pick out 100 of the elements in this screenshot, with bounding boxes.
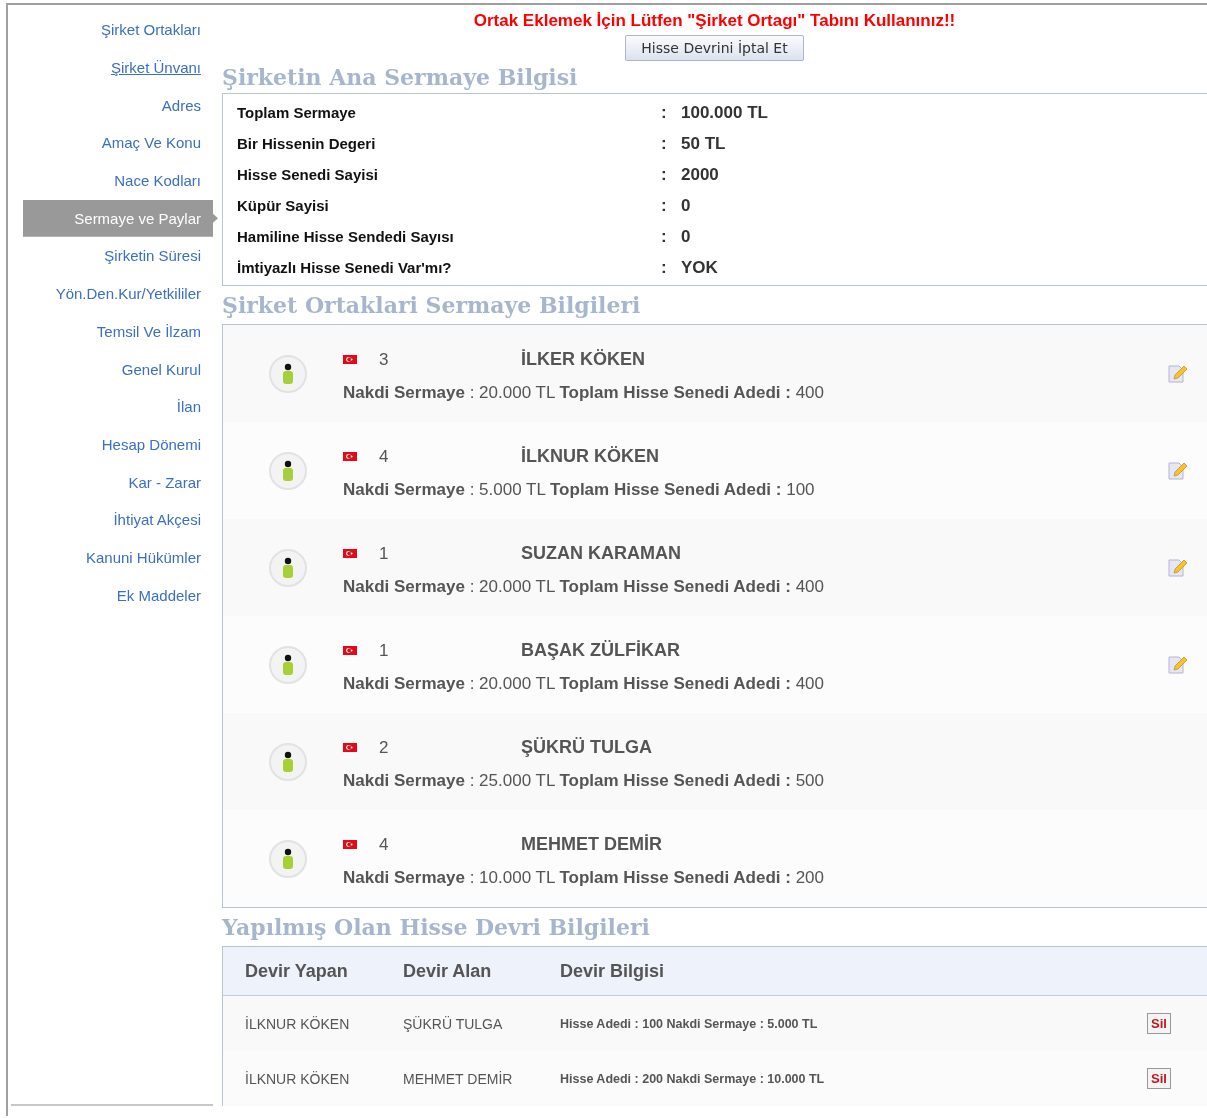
nav-link[interactable]: Adres [161,96,213,114]
table-cell-text: İLKNUR KÖKEN [245,1070,351,1087]
delete-button[interactable]: Sil [1147,1013,1171,1034]
shares-value: 500 [795,770,824,790]
shares-value: 400 [795,673,824,693]
table-cell-text: MEHMET DEMİR [403,1070,514,1087]
field-value: YOK [681,257,719,278]
partner-name: İLKNUR KÖKEN [521,446,659,467]
partner-name: SUZAN KARAMAN [521,543,681,564]
person-icon [268,838,308,879]
nav-link[interactable]: Şirket Ünvanı [110,59,213,77]
capital-label: Nakdi Sermaye [343,382,465,402]
section-title: Şirketin Ana Sermaye Bilgisi [222,63,579,92]
capital-value: : 5.000 TL [469,479,546,499]
person-icon [268,741,308,782]
field-label: Hisse Senedi Sayisi [237,166,379,183]
nav-link[interactable]: Şirketin Süresi [104,247,213,265]
person-icon [268,353,308,394]
separator: : [661,195,668,216]
edit-icon[interactable] [1166,653,1188,676]
partner-name: ŞÜKRÜ TULGA [521,737,652,758]
shares-label: Toplam Hisse Senedi Adedi : [550,479,782,499]
capital-label: Nakdi Sermaye [343,673,465,693]
section-title: Yapılmış Olan Hisse Devri Bilgileri [222,913,651,942]
nav-link[interactable]: İhtiyat Akçesi [113,511,213,529]
nav-link[interactable]: İlan [176,398,213,416]
capital-value: : 25.000 TL [469,770,555,790]
field-value: 100.000 TL [681,102,769,123]
section-title: Şirket Ortaklari Sermaye Bilgileri [222,291,642,320]
cancel-transfer-button[interactable]: Hisse Devrini İptal Et [625,35,804,61]
edit-icon[interactable] [1166,556,1188,579]
partner-id: 4 [379,834,390,855]
nav-link[interactable]: Kanuni Hükümler [85,548,213,566]
nav-link[interactable]: Hesap Dönemi [101,435,213,453]
partner-id: 1 [379,640,390,661]
flag-icon [343,549,357,558]
capital-value: : 20.000 TL [469,673,555,693]
capital-value: : 20.000 TL [469,576,555,596]
edit-icon[interactable] [1166,459,1188,482]
edit-icon[interactable] [1166,362,1188,385]
partner-name: BAŞAK ZÜLFİKAR [521,640,680,661]
person-icon [268,450,308,491]
shares-label: Toplam Hisse Senedi Adedi : [559,867,791,887]
capital-label: Nakdi Sermaye [343,770,465,790]
shares-value: 400 [795,382,824,402]
field-label: Bir Hissenin Degeri [237,135,377,152]
partner-id: 2 [379,737,390,758]
field-value: 0 [681,226,692,247]
capital-label: Nakdi Sermaye [343,479,465,499]
shares-value: 100 [786,479,815,499]
partner-name: MEHMET DEMİR [521,834,662,855]
field-value: 0 [681,195,692,216]
shares-label: Toplam Hisse Senedi Adedi : [559,382,791,402]
nav-link[interactable]: Şirket Ortakları [100,21,213,39]
shares-value: 200 [795,867,824,887]
field-label: Hamiline Hisse Sendedi Sayısı [237,228,455,245]
column-header: Devir Bilgisi [560,960,666,982]
field-value: 2000 [681,164,720,185]
table-cell-text: Hisse Adedi : 200 Nakdi Sermaye : 10.000 TL [560,1071,826,1086]
field-value: 50 TL [681,133,727,154]
separator: : [661,102,668,123]
partner-name: İLKER KÖKEN [521,349,645,370]
flag-icon [343,840,357,849]
column-header: Devir Yapan [245,960,349,982]
nav-link[interactable]: Amaç Ve Konu [101,134,213,152]
warning-message: Ortak Eklemek İçin Lütfen "Şirket Ortagı" Tabını Kullanınız!! [472,11,957,31]
nav-link[interactable]: Yön.Den.Kur/Yetkililer [55,285,213,303]
flag-icon [343,743,357,752]
field-label: Toplam Sermaye [237,104,357,121]
capital-label: Nakdi Sermaye [343,867,465,887]
shares-value: 400 [795,576,824,596]
person-icon [268,644,308,685]
separator: : [661,257,668,278]
field-label: Küpür Sayisi [237,197,330,214]
table-cell-text: ŞÜKRÜ TULGA [403,1015,504,1032]
flag-icon [343,646,357,655]
table-cell-text: Hisse Adedi : 100 Nakdi Sermaye : 5.000 TL [560,1016,819,1031]
shares-label: Toplam Hisse Senedi Adedi : [559,673,791,693]
partner-id: 3 [379,349,390,370]
nav-link[interactable]: Nace Kodları [114,172,213,190]
nav-link[interactable]: Temsil Ve İlzam [96,322,213,340]
flag-icon [343,452,357,461]
nav-link[interactable]: Genel Kurul [121,360,213,378]
partner-id: 4 [379,446,390,467]
delete-button[interactable]: Sil [1147,1068,1171,1089]
table-cell-text: İLKNUR KÖKEN [245,1015,351,1032]
field-label: İmtiyazlı Hisse Senedi Var'mı? [237,259,453,276]
nav-link[interactable]: Sermaye ve Paylar [23,199,218,237]
nav-link[interactable]: Kar - Zarar [128,473,213,491]
separator: : [661,133,668,154]
separator: : [661,226,668,247]
shares-label: Toplam Hisse Senedi Adedi : [559,770,791,790]
column-header: Devir Alan [403,960,493,982]
nav-link[interactable]: Ek Maddeler [116,586,213,604]
partner-id: 1 [379,543,390,564]
capital-value: : 10.000 TL [469,867,555,887]
capital-value: : 20.000 TL [469,382,555,402]
flag-icon [343,355,357,364]
separator: : [661,164,668,185]
person-icon [268,547,308,588]
